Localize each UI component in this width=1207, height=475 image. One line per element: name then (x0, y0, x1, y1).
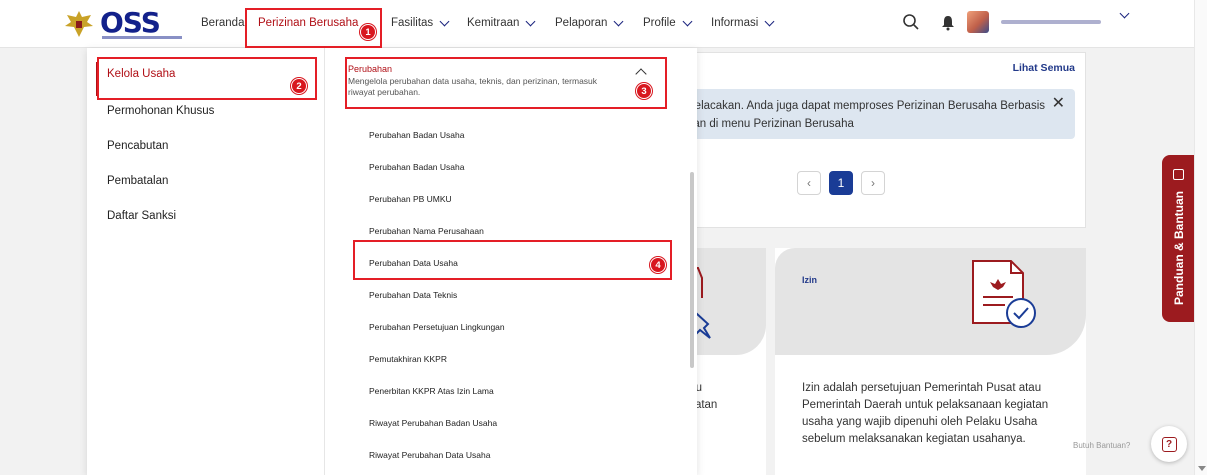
avatar[interactable] (967, 11, 989, 33)
submenu-item[interactable]: Perubahan Badan Usaha (369, 162, 464, 172)
step-badge-1: 1 (360, 24, 376, 40)
izin-label: Izin (802, 275, 817, 285)
nav-label: Profile (643, 17, 676, 29)
page-scrollbar[interactable] (1194, 0, 1207, 475)
nav-label: Fasilitas (391, 17, 434, 29)
submenu-item[interactable]: Penerbitan KKPR Atas Izin Lama (369, 386, 494, 396)
chevron-down-icon[interactable] (1119, 8, 1130, 19)
submenu-item[interactable]: Perubahan Persetujuan Lingkungan (369, 322, 505, 332)
highlight-step-2 (97, 57, 317, 100)
step-badge-3: 3 (636, 83, 652, 99)
nav-pelaporan[interactable]: Pelaporan (555, 16, 624, 29)
nav-label: Kemitraan (467, 17, 520, 29)
card-header: Izin (775, 248, 1086, 355)
submenu-item[interactable]: Pemutakhiran KKPR (369, 354, 447, 364)
chevron-down-icon (682, 16, 693, 26)
close-icon[interactable]: ✕ (1052, 95, 1065, 113)
submenu-item[interactable]: Riwayat Perubahan Badan Usaha (369, 418, 497, 428)
lihat-semua-link[interactable]: Lihat Semua (1013, 62, 1075, 74)
highlight-step-4 (353, 240, 672, 280)
menu-permohonan-khusus[interactable]: Permohonan Khusus (107, 105, 214, 117)
scroll-down-icon[interactable] (1198, 466, 1206, 471)
chevron-down-icon (439, 16, 450, 26)
info-text-line2: gan di menu Perizinan Berusaha (687, 118, 854, 130)
nav-profile[interactable]: Profile (643, 16, 693, 29)
menu-categories: Kelola Usaha Permohonan Khusus Pencabuta… (87, 48, 325, 475)
submenu-item[interactable]: Riwayat Perubahan Data Usaha (369, 450, 490, 460)
chevron-down-icon (525, 16, 536, 26)
info-text-line1: Pelacakan. Anda juga dapat memproses Per… (687, 100, 1045, 112)
prev-page-button[interactable]: ‹ (797, 171, 821, 195)
panduan-bantuan-label: Panduan & Bantuan (1172, 190, 1186, 305)
step-badge-2: 2 (291, 78, 307, 94)
question-icon: ? (1161, 436, 1177, 452)
search-icon[interactable] (902, 13, 920, 31)
nav-beranda[interactable]: Beranda (201, 17, 244, 29)
book-icon (1173, 169, 1184, 180)
step-badge-4: 4 (650, 257, 666, 273)
username-redacted (1001, 20, 1101, 24)
chevron-down-icon (764, 16, 775, 26)
izin-description: Izin adalah persetujuan Pemerintah Pusat… (802, 382, 1049, 445)
bell-icon[interactable] (941, 15, 955, 31)
submenu-item[interactable]: Perubahan PB UMKU (369, 194, 452, 204)
info-card-partial: tau giatan (686, 248, 766, 475)
menu-scrollbar[interactable] (690, 172, 694, 368)
oss-logo[interactable]: OSS (100, 6, 161, 39)
nav-label: Informasi (711, 17, 759, 29)
nav-label: Pelaporan (555, 17, 608, 29)
info-banner: Pelacakan. Anda juga dapat memproses Per… (687, 89, 1075, 139)
card-header (686, 248, 766, 355)
submenu-item[interactable]: Perubahan Data Teknis (369, 290, 457, 300)
izin-card: Izin Izin adalah persetujuan Pemerintah … (775, 248, 1086, 475)
nav-label: Beranda (201, 17, 245, 29)
page-1-button[interactable]: 1 (829, 171, 853, 195)
notification-card: Lihat Semua Pelacakan. Anda juga dapat m… (686, 52, 1086, 228)
nav-informasi[interactable]: Informasi (711, 16, 775, 29)
garuda-emblem-icon (65, 11, 93, 37)
nav-kemitraan[interactable]: Kemitraan (467, 16, 536, 29)
butuh-bantuan-label: Butuh Bantuan? (1073, 441, 1131, 450)
submenu-item[interactable]: Perubahan Nama Perusahaan (369, 226, 484, 236)
top-navbar: OSS Beranda Perizinan Berusaha Fasilitas… (0, 0, 1194, 48)
nav-fasilitas[interactable]: Fasilitas (391, 16, 450, 29)
menu-pembatalan[interactable]: Pembatalan (107, 175, 168, 187)
logo-subtitle-icon (102, 36, 182, 39)
pagination: ‹ 1 › (797, 171, 885, 195)
highlight-step-3 (345, 57, 667, 109)
submenu-item[interactable]: Perubahan Badan Usaha (369, 130, 464, 140)
chevron-down-icon (613, 16, 624, 26)
menu-daftar-sanksi[interactable]: Daftar Sanksi (107, 210, 176, 222)
help-button[interactable]: ? (1151, 426, 1187, 462)
menu-pencabutan[interactable]: Pencabutan (107, 140, 168, 152)
panduan-bantuan-tab[interactable]: Panduan & Bantuan (1162, 155, 1195, 322)
certificate-icon (972, 260, 1036, 328)
next-page-button[interactable]: › (861, 171, 885, 195)
